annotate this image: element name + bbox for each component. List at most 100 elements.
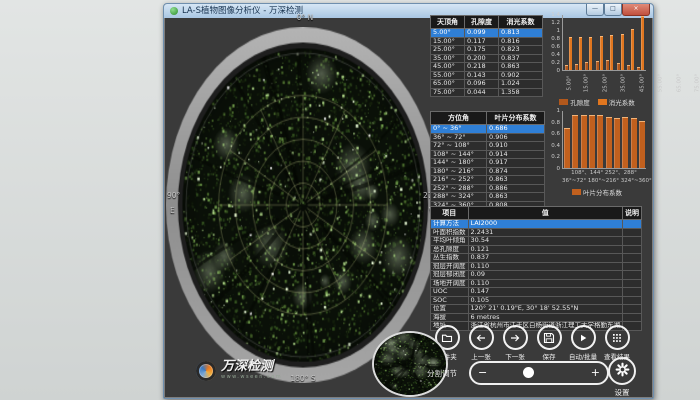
view-results-button[interactable]: 查看结果 (601, 325, 633, 361)
table-cell[interactable]: 36° ~ 72° (431, 133, 487, 142)
table-cell[interactable]: 75.00° (431, 88, 465, 97)
table-cell[interactable]: 0.175 (465, 46, 499, 55)
table-row[interactable]: 216° ~ 252°0.863 (431, 176, 545, 185)
table-row[interactable]: 252° ~ 288°0.886 (431, 184, 545, 193)
table-cell[interactable]: 0.200 (465, 54, 499, 63)
prev-button[interactable]: 上一张 (465, 325, 497, 361)
table-row[interactable]: 平均叶倾角30.54 (431, 237, 642, 246)
table-cell[interactable] (623, 305, 642, 314)
segmentation-slider[interactable]: − + (469, 361, 609, 385)
table-cell[interactable]: 0.117 (465, 37, 499, 46)
next-button[interactable]: 下一张 (499, 325, 531, 361)
table-cell[interactable]: 0.910 (487, 142, 545, 151)
table-row[interactable]: 15.00°0.1170.816 (431, 37, 543, 46)
table-row[interactable]: 45.00°0.2180.863 (431, 63, 543, 72)
table-cell[interactable]: 0.218 (465, 63, 499, 72)
table-cell[interactable]: 0.863 (499, 63, 543, 72)
table-row[interactable]: 计算方法LAI2000 (431, 220, 642, 229)
table-row[interactable]: 位置120° 21' 0.19"E, 30° 18' 52.55"N (431, 305, 642, 314)
table-cell[interactable]: UOC (431, 288, 469, 297)
table-cell[interactable]: 35.00° (431, 54, 465, 63)
table-cell[interactable] (623, 271, 642, 280)
table-cell[interactable]: 216° ~ 252° (431, 176, 487, 185)
settings-button[interactable] (608, 357, 636, 385)
table-cell[interactable] (623, 296, 642, 305)
table-cell[interactable]: 丛生指数 (431, 254, 469, 263)
table-cell[interactable]: 0.874 (487, 167, 545, 176)
table-cell[interactable]: 平均叶倾角 (431, 237, 469, 246)
table-cell[interactable]: 0.863 (487, 193, 545, 202)
table-cell[interactable]: 0.09 (468, 271, 623, 280)
table-cell[interactable]: 252° ~ 288° (431, 184, 487, 193)
table-cell[interactable]: 0.906 (487, 133, 545, 142)
table-cell[interactable] (623, 254, 642, 263)
table-row[interactable]: 0° ~ 36°0.686 (431, 125, 545, 134)
table-row[interactable]: 冠层郁闭度0.09 (431, 271, 642, 280)
save-button[interactable]: 保存 (533, 325, 565, 361)
table-cell[interactable]: 0.686 (487, 125, 545, 134)
table-cell[interactable]: 冠层开阔度 (431, 262, 469, 271)
table-row[interactable]: 108° ~ 144°0.914 (431, 150, 545, 159)
table-cell[interactable]: 场地开阔度 (431, 279, 469, 288)
table-cell[interactable]: 108° ~ 144° (431, 150, 487, 159)
table-cell[interactable]: 288° ~ 324° (431, 193, 487, 202)
table-cell[interactable]: 0.110 (468, 279, 623, 288)
thumbnail-fisheye[interactable] (372, 331, 448, 397)
table-cell[interactable]: 1.358 (499, 88, 543, 97)
table-cell[interactable] (623, 279, 642, 288)
column-header[interactable]: 天顶角 (431, 16, 465, 29)
column-header[interactable]: 说明 (623, 207, 642, 220)
table-cell[interactable]: 0.813 (499, 29, 543, 38)
table-cell[interactable]: 5.00° (431, 29, 465, 38)
table-row[interactable]: 场地开阔度0.110 (431, 279, 642, 288)
table-row[interactable]: 65.00°0.0961.024 (431, 80, 543, 89)
table-row[interactable]: 丛生指数0.837 (431, 254, 642, 263)
table-row[interactable]: 72° ~ 108°0.910 (431, 142, 545, 151)
table-cell[interactable]: 叶面积指数 (431, 228, 469, 237)
table-row[interactable]: 180° ~ 216°0.874 (431, 167, 545, 176)
table-cell[interactable]: 0.816 (499, 37, 543, 46)
table-cell[interactable]: 冠层郁闭度 (431, 271, 469, 280)
table-cell[interactable]: 25.00° (431, 46, 465, 55)
table-cell[interactable]: 1.024 (499, 80, 543, 89)
column-header[interactable]: 叶片分布系数 (487, 112, 545, 125)
table-cell[interactable] (623, 237, 642, 246)
table-row[interactable]: 5.00°0.0990.813 (431, 29, 543, 38)
table-cell[interactable]: 0.823 (499, 46, 543, 55)
table-cell[interactable]: 15.00° (431, 37, 465, 46)
table-cell[interactable]: 0.863 (487, 176, 545, 185)
table-cell[interactable]: 0° ~ 36° (431, 125, 487, 134)
table-cell[interactable] (623, 262, 642, 271)
table-cell[interactable] (623, 220, 642, 229)
table-cell[interactable]: 0.044 (465, 88, 499, 97)
table-cell[interactable] (623, 288, 642, 297)
table-cell[interactable]: 计算方法 (431, 220, 469, 229)
table-cell[interactable]: 0.902 (499, 71, 543, 80)
table-row[interactable]: SOC0.105 (431, 296, 642, 305)
table-cell[interactable]: 2.2431 (468, 228, 623, 237)
table-cell[interactable]: 65.00° (431, 80, 465, 89)
table-cell[interactable]: LAI2000 (468, 220, 623, 229)
table-row[interactable]: 总孔隙度0.121 (431, 245, 642, 254)
table-cell[interactable]: 0.096 (465, 80, 499, 89)
table-cell[interactable]: 0.917 (487, 159, 545, 168)
column-header[interactable]: 项目 (431, 207, 469, 220)
auto-batch-button[interactable]: 自动/批量 (567, 325, 599, 361)
table-cell[interactable]: 6 metres (468, 313, 623, 322)
table-cell[interactable]: 72° ~ 108° (431, 142, 487, 151)
column-header[interactable]: 方位角 (431, 112, 487, 125)
table-cell[interactable]: 0.147 (468, 288, 623, 297)
table-row[interactable]: 35.00°0.2000.837 (431, 54, 543, 63)
table-cell[interactable]: 0.099 (465, 29, 499, 38)
table-cell[interactable]: 0.837 (468, 254, 623, 263)
table-row[interactable]: 288° ~ 324°0.863 (431, 193, 545, 202)
table-cell[interactable]: 0.105 (468, 296, 623, 305)
table-row[interactable]: 冠层开阔度0.110 (431, 262, 642, 271)
table-cell[interactable] (623, 228, 642, 237)
slider-plus-button[interactable]: + (591, 366, 600, 379)
table-cell[interactable] (623, 245, 642, 254)
table-row[interactable]: UOC0.147 (431, 288, 642, 297)
table-cell[interactable]: 180° ~ 216° (431, 167, 487, 176)
table-row[interactable]: 144° ~ 180°0.917 (431, 159, 545, 168)
table-row[interactable]: 55.00°0.1430.902 (431, 71, 543, 80)
